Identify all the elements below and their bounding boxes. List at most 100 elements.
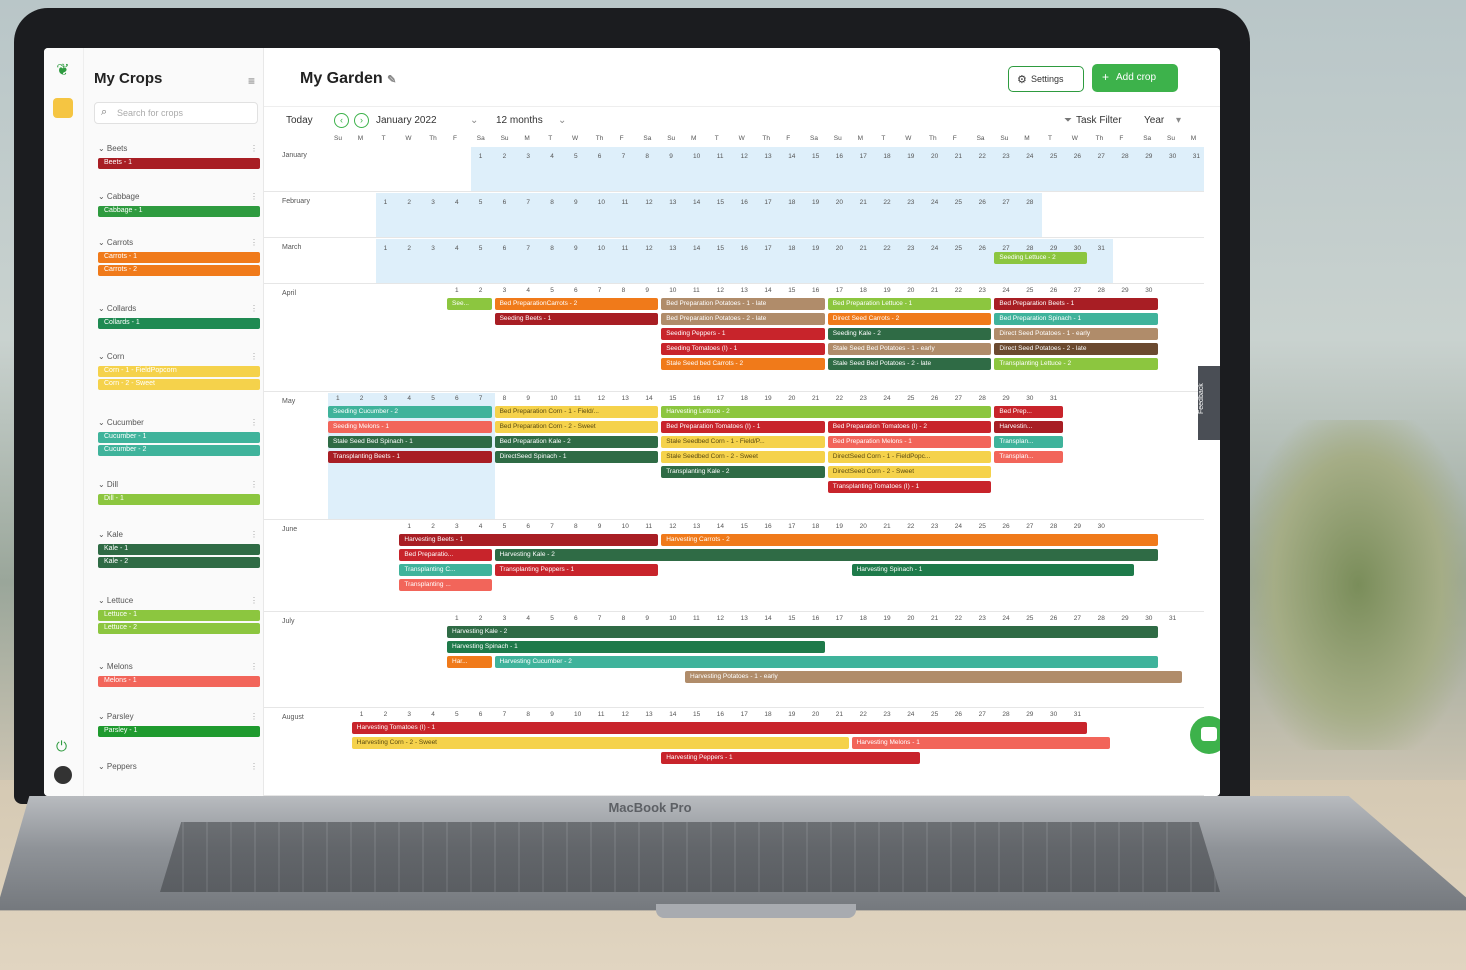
crop-group[interactable]: ⌄ Lettuce ⋮ Lettuce - 1 Lettuce - 2 — [98, 596, 260, 634]
more-options-icon[interactable]: ⋮ — [250, 418, 258, 427]
crop-group[interactable]: ⌄ Corn ⋮ Corn - 1 - FieldPopcorn Corn - 2 -… — [98, 352, 260, 390]
crop-group[interactable]: ⌄ Kale ⋮ Kale - 1 Kale - 2 — [98, 530, 260, 568]
task-bar[interactable]: Harvesting Carrots - 2 — [661, 534, 1158, 546]
task-bar[interactable]: Harvesting Kale - 2 — [447, 626, 1158, 638]
task-bar[interactable]: Seeding Beets - 1 — [494, 313, 659, 325]
task-bar[interactable]: Stale Seedbed Corn - 1 - Field/P... — [661, 436, 825, 448]
task-bar[interactable]: Bed Preparation Potatoes - 1 - late — [661, 298, 825, 310]
month-select[interactable]: January 2022 — [376, 115, 437, 126]
task-bar[interactable]: Transplanting Tomatoes (I) - 1 — [827, 481, 992, 493]
task-bar[interactable]: Direct Seed Carrots - 2 — [827, 313, 992, 325]
more-options-icon[interactable]: ⋮ — [250, 596, 258, 605]
task-bar[interactable]: Bed Preparation Lettuce - 1 — [827, 298, 992, 310]
filter-icon[interactable]: ⏷ — [1064, 115, 1072, 126]
chat-button[interactable] — [1190, 716, 1220, 754]
view-chevron-down-icon[interactable]: ▾ — [1176, 115, 1181, 126]
today-button[interactable]: Today — [286, 115, 313, 126]
sprout-logo-icon[interactable]: ❦ — [54, 60, 72, 79]
calendar-icon[interactable] — [53, 98, 73, 118]
settings-button[interactable]: ⚙ Settings — [1008, 66, 1084, 92]
task-bar[interactable]: Harvesting Cucumber - 2 — [494, 656, 1158, 668]
more-options-icon[interactable]: ⋮ — [250, 192, 258, 201]
task-filter-button[interactable]: Task Filter — [1076, 115, 1122, 126]
task-bar[interactable]: DirectSeed Spinach - 1 — [494, 451, 659, 463]
task-bar[interactable]: Transplanting Kale - 2 — [661, 466, 825, 478]
task-bar[interactable]: Bed Preparatio... — [399, 549, 492, 561]
task-bar[interactable]: Stale Seedbed Corn - 2 - Sweet — [661, 451, 825, 463]
range-chevron-down-icon[interactable]: ⌄ — [558, 115, 566, 126]
more-options-icon[interactable]: ⋮ — [250, 238, 258, 247]
crop-chip[interactable]: Beets - 1 — [98, 158, 260, 169]
crop-group[interactable]: ⌄ Melons ⋮ Melons - 1 — [98, 662, 260, 687]
crop-chip[interactable]: Melons - 1 — [98, 676, 260, 687]
next-arrow-icon[interactable]: › — [354, 113, 369, 128]
task-bar[interactable]: Transplanting C... — [399, 564, 492, 576]
task-bar[interactable]: See... — [447, 298, 492, 310]
task-bar[interactable]: Harvestin... — [994, 421, 1063, 433]
task-bar[interactable]: Harvesting Potatoes - 1 - early — [685, 671, 1182, 683]
more-options-icon[interactable]: ⋮ — [250, 762, 258, 771]
crop-chip[interactable]: Dill - 1 — [98, 494, 260, 505]
menu-icon[interactable]: ≡ — [248, 74, 255, 88]
task-bar[interactable]: DirectSeed Corn - 1 - FieldPopc... — [827, 451, 992, 463]
task-bar[interactable]: Transplanting ... — [399, 579, 492, 591]
view-select[interactable]: Year — [1144, 115, 1164, 126]
crop-group[interactable]: ⌄ Beets ⋮ Beets - 1 — [98, 144, 260, 169]
crop-chip[interactable]: Collards - 1 — [98, 318, 260, 329]
crop-group[interactable]: ⌄ Collards ⋮ Collards - 1 — [98, 304, 260, 329]
crop-chip[interactable]: Kale - 2 — [98, 557, 260, 568]
task-bar[interactable]: Harvesting Lettuce - 2 — [661, 406, 992, 418]
task-bar[interactable]: Bed Preparation Beets - 1 — [994, 298, 1158, 310]
task-bar[interactable]: Stale Seed Bed Potatoes - 1 - early — [827, 343, 992, 355]
task-bar[interactable]: Harvesting Kale - 2 — [494, 549, 1158, 561]
task-bar[interactable]: Transplanting Beets - 1 — [328, 451, 492, 463]
task-bar[interactable]: Bed Preparation Kale - 2 — [494, 436, 659, 448]
crop-chip[interactable]: Corn - 1 - FieldPopcorn — [98, 366, 260, 377]
prev-arrow-icon[interactable]: ‹ — [334, 113, 349, 128]
task-bar[interactable]: Transplan... — [994, 451, 1063, 463]
task-bar[interactable]: Bed Preparation Tomatoes (I) - 1 — [661, 421, 825, 433]
task-bar[interactable]: Seeding Cucumber - 2 — [328, 406, 492, 418]
search-input[interactable]: ⌕ Search for crops — [94, 102, 258, 124]
crop-chip[interactable]: Cucumber - 2 — [98, 445, 260, 456]
task-bar[interactable]: Har... — [447, 656, 492, 668]
crop-group[interactable]: ⌄ Cucumber ⋮ Cucumber - 1 Cucumber - 2 — [98, 418, 260, 456]
more-options-icon[interactable]: ⋮ — [250, 480, 258, 489]
task-bar[interactable]: Stale Seed Bed Potatoes - 2 - late — [827, 358, 992, 370]
task-bar[interactable]: Bed PreparationCarrots - 2 — [494, 298, 659, 310]
crop-group[interactable]: ⌄ Carrots ⋮ Carrots - 1 Carrots - 2 — [98, 238, 260, 276]
task-bar[interactable]: Harvesting Tomatoes (I) - 1 — [351, 722, 1087, 734]
task-bar[interactable]: Seeding Lettuce - 2 — [994, 252, 1087, 264]
more-options-icon[interactable]: ⋮ — [250, 530, 258, 539]
task-bar[interactable]: Transplan... — [994, 436, 1063, 448]
task-bar[interactable]: Bed Preparation Melons - 1 — [827, 436, 992, 448]
task-bar[interactable]: Bed Preparation Corn - 1 - Field/... — [494, 406, 659, 418]
more-options-icon[interactable]: ⋮ — [250, 144, 258, 153]
month-chevron-down-icon[interactable]: ⌄ — [470, 115, 478, 126]
task-bar[interactable]: Seeding Tomatoes (I) - 1 — [661, 343, 825, 355]
more-options-icon[interactable]: ⋮ — [250, 712, 258, 721]
task-bar[interactable]: Harvesting Melons - 1 — [851, 737, 1111, 749]
task-bar[interactable]: Bed Preparation Tomatoes (I) - 2 — [827, 421, 992, 433]
task-bar[interactable]: Bed Prep... — [994, 406, 1063, 418]
task-bar[interactable]: Seeding Melons - 1 — [328, 421, 492, 433]
crop-chip[interactable]: Kale - 1 — [98, 544, 260, 555]
crop-chip[interactable]: Corn - 2 - Sweet — [98, 379, 260, 390]
crop-chip[interactable]: Cabbage - 1 — [98, 206, 260, 217]
crop-chip[interactable]: Lettuce - 2 — [98, 623, 260, 634]
task-bar[interactable]: Stale Seed Bed Spinach - 1 — [328, 436, 492, 448]
task-bar[interactable]: Stale Seed bed Carrots - 2 — [661, 358, 825, 370]
more-options-icon[interactable]: ⋮ — [250, 304, 258, 313]
task-bar[interactable]: Seeding Peppers - 1 — [661, 328, 825, 340]
task-bar[interactable]: Harvesting Spinach - 1 — [447, 641, 825, 653]
feedback-tab[interactable]: Feedback — [1198, 366, 1220, 440]
crop-chip[interactable]: Parsley - 1 — [98, 726, 260, 737]
crop-group[interactable]: ⌄ Parsley ⋮ Parsley - 1 — [98, 712, 260, 737]
crop-group[interactable]: ⌄ Dill ⋮ Dill - 1 — [98, 480, 260, 505]
crop-chip[interactable]: Cucumber - 1 — [98, 432, 260, 443]
task-bar[interactable]: Bed Preparation Corn - 2 - Sweet — [494, 421, 659, 433]
task-bar[interactable]: DirectSeed Corn - 2 - Sweet — [827, 466, 992, 478]
task-bar[interactable]: Direct Seed Potatoes - 2 - late — [994, 343, 1158, 355]
task-bar[interactable]: Transplanting Peppers - 1 — [494, 564, 659, 576]
crop-group[interactable]: ⌄ Peppers ⋮ — [98, 762, 260, 774]
